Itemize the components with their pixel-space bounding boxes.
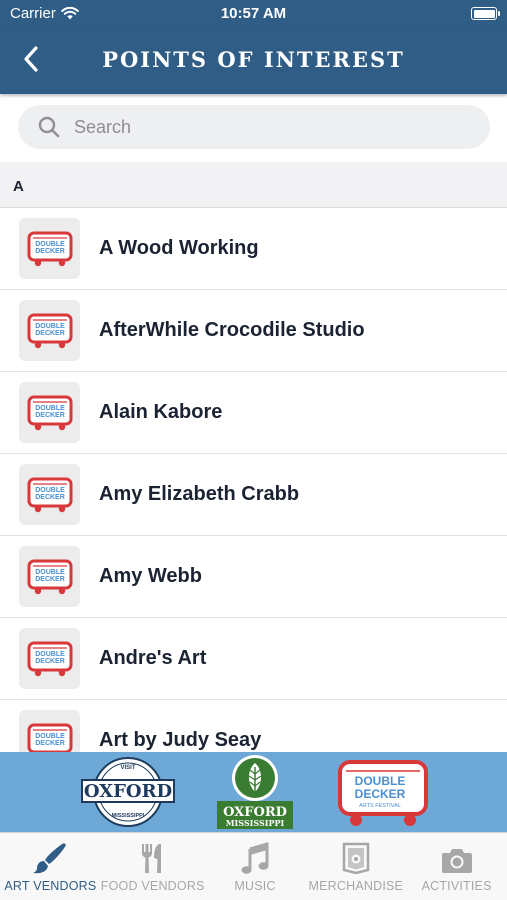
list-item[interactable]: DOUBLE DECKER AfterWhile Crocodile Studi… bbox=[0, 290, 507, 372]
search-input[interactable] bbox=[74, 116, 434, 138]
double-decker-festival-logo[interactable]: DOUBLE DECKER ARTS FESTIVAL bbox=[336, 758, 430, 833]
svg-text:DOUBLE: DOUBLE bbox=[35, 323, 65, 330]
tab-label: ACTIVITIES bbox=[421, 879, 492, 893]
status-bar: Carrier 10:57 AM bbox=[0, 0, 507, 28]
clock: 10:57 AM bbox=[220, 5, 287, 22]
nav-bar: POINTS OF INTEREST bbox=[0, 28, 507, 94]
vendor-thumbnail: DOUBLE DECKER bbox=[19, 218, 80, 279]
tab-art-vendors[interactable]: ART VENDORS bbox=[0, 833, 101, 900]
svg-text:OXFORD: OXFORD bbox=[84, 781, 172, 802]
double-decker-logo: DOUBLE DECKER bbox=[27, 477, 72, 512]
svg-text:DECKER: DECKER bbox=[35, 658, 65, 665]
section-header: A bbox=[0, 162, 507, 208]
svg-text:DECKER: DECKER bbox=[35, 330, 65, 337]
tab-merchandise[interactable]: MERCHANDISE bbox=[305, 833, 406, 900]
music-note-icon bbox=[241, 842, 269, 874]
svg-text:VISIT: VISIT bbox=[120, 765, 135, 771]
double-decker-logo: DOUBLE DECKER bbox=[27, 723, 72, 752]
list-item[interactable]: DOUBLE DECKER Alain Kabore bbox=[0, 372, 507, 454]
search-icon bbox=[38, 116, 60, 138]
tab-label: FOOD VENDORS bbox=[100, 879, 205, 893]
list-item[interactable]: DOUBLE DECKER Amy Webb bbox=[0, 536, 507, 618]
sponsor-banner: VISIT OXFORD MISSISSIPPI OXFORD MISSISSI… bbox=[0, 752, 507, 832]
list-item-label: Art by Judy Seay bbox=[99, 729, 262, 751]
svg-text:MISSISSIPPI: MISSISSIPPI bbox=[226, 818, 285, 828]
vendor-thumbnail: DOUBLE DECKER bbox=[19, 464, 80, 525]
vendor-thumbnail: DOUBLE DECKER bbox=[19, 710, 80, 752]
list-item-label: Amy Webb bbox=[99, 565, 202, 587]
svg-text:DOUBLE: DOUBLE bbox=[35, 733, 65, 740]
badge-icon bbox=[342, 842, 370, 874]
vendor-thumbnail: DOUBLE DECKER bbox=[19, 546, 80, 607]
list-item-label: Amy Elizabeth Crabb bbox=[99, 483, 300, 505]
double-decker-logo: DOUBLE DECKER bbox=[27, 231, 72, 266]
svg-text:DOUBLE: DOUBLE bbox=[35, 405, 65, 412]
visit-oxford-logo[interactable]: VISIT OXFORD MISSISSIPPI bbox=[80, 756, 176, 833]
fork-knife-icon bbox=[141, 844, 161, 873]
svg-text:DECKER: DECKER bbox=[355, 787, 406, 801]
list-item-label: AfterWhile Crocodile Studio bbox=[99, 319, 365, 341]
svg-text:DOUBLE: DOUBLE bbox=[35, 651, 65, 658]
svg-text:DECKER: DECKER bbox=[35, 740, 65, 747]
tab-label: MUSIC bbox=[234, 879, 276, 893]
tab-music[interactable]: MUSIC bbox=[205, 833, 306, 900]
oxford-mississippi-logo[interactable]: OXFORD MISSISSIPPI bbox=[216, 754, 294, 835]
search-container bbox=[0, 94, 507, 162]
page-title: POINTS OF INTEREST bbox=[102, 47, 405, 72]
vendor-thumbnail: DOUBLE DECKER bbox=[19, 628, 80, 689]
svg-text:DOUBLE: DOUBLE bbox=[35, 241, 65, 248]
svg-text:DECKER: DECKER bbox=[35, 248, 65, 255]
poi-list: DOUBLE DECKER A Wood Working DOUBLE DECK… bbox=[0, 208, 507, 752]
double-decker-logo: DOUBLE DECKER bbox=[27, 395, 72, 430]
tab-activities[interactable]: ACTIVITIES bbox=[406, 833, 507, 900]
svg-text:DECKER: DECKER bbox=[35, 494, 65, 501]
svg-text:DOUBLE: DOUBLE bbox=[355, 774, 406, 788]
tab-label: MERCHANDISE bbox=[308, 879, 404, 893]
vendor-thumbnail: DOUBLE DECKER bbox=[19, 382, 80, 443]
double-decker-logo: DOUBLE DECKER bbox=[27, 313, 72, 348]
svg-text:DOUBLE: DOUBLE bbox=[35, 569, 65, 576]
tab-food-vendors[interactable]: FOOD VENDORS bbox=[101, 833, 205, 900]
list-item[interactable]: DOUBLE DECKER Art by Judy Seay bbox=[0, 700, 507, 752]
svg-text:DECKER: DECKER bbox=[35, 412, 65, 419]
tab-label: ART VENDORS bbox=[4, 879, 97, 893]
svg-text:ARTS FESTIVAL: ARTS FESTIVAL bbox=[359, 803, 401, 809]
paintbrush-icon bbox=[33, 843, 67, 874]
tab-bar: ART VENDORS FOOD VENDORS MUSIC MERCHANDI… bbox=[0, 832, 507, 900]
vendor-thumbnail: DOUBLE DECKER bbox=[19, 300, 80, 361]
svg-text:DECKER: DECKER bbox=[35, 576, 65, 583]
svg-text:DOUBLE: DOUBLE bbox=[35, 487, 65, 494]
list-item[interactable]: DOUBLE DECKER A Wood Working bbox=[0, 208, 507, 290]
camera-icon bbox=[441, 849, 472, 873]
search-bar[interactable] bbox=[18, 105, 490, 149]
list-item-label: A Wood Working bbox=[99, 237, 259, 259]
list-item[interactable]: DOUBLE DECKER Andre's Art bbox=[0, 618, 507, 700]
list-item-label: Andre's Art bbox=[99, 647, 207, 669]
double-decker-logo: DOUBLE DECKER bbox=[27, 559, 72, 594]
list-item-label: Alain Kabore bbox=[99, 401, 223, 423]
double-decker-logo: DOUBLE DECKER bbox=[27, 641, 72, 676]
list-item[interactable]: DOUBLE DECKER Amy Elizabeth Crabb bbox=[0, 454, 507, 536]
svg-text:MISSISSIPPI: MISSISSIPPI bbox=[112, 813, 145, 819]
battery-icon bbox=[471, 7, 500, 20]
